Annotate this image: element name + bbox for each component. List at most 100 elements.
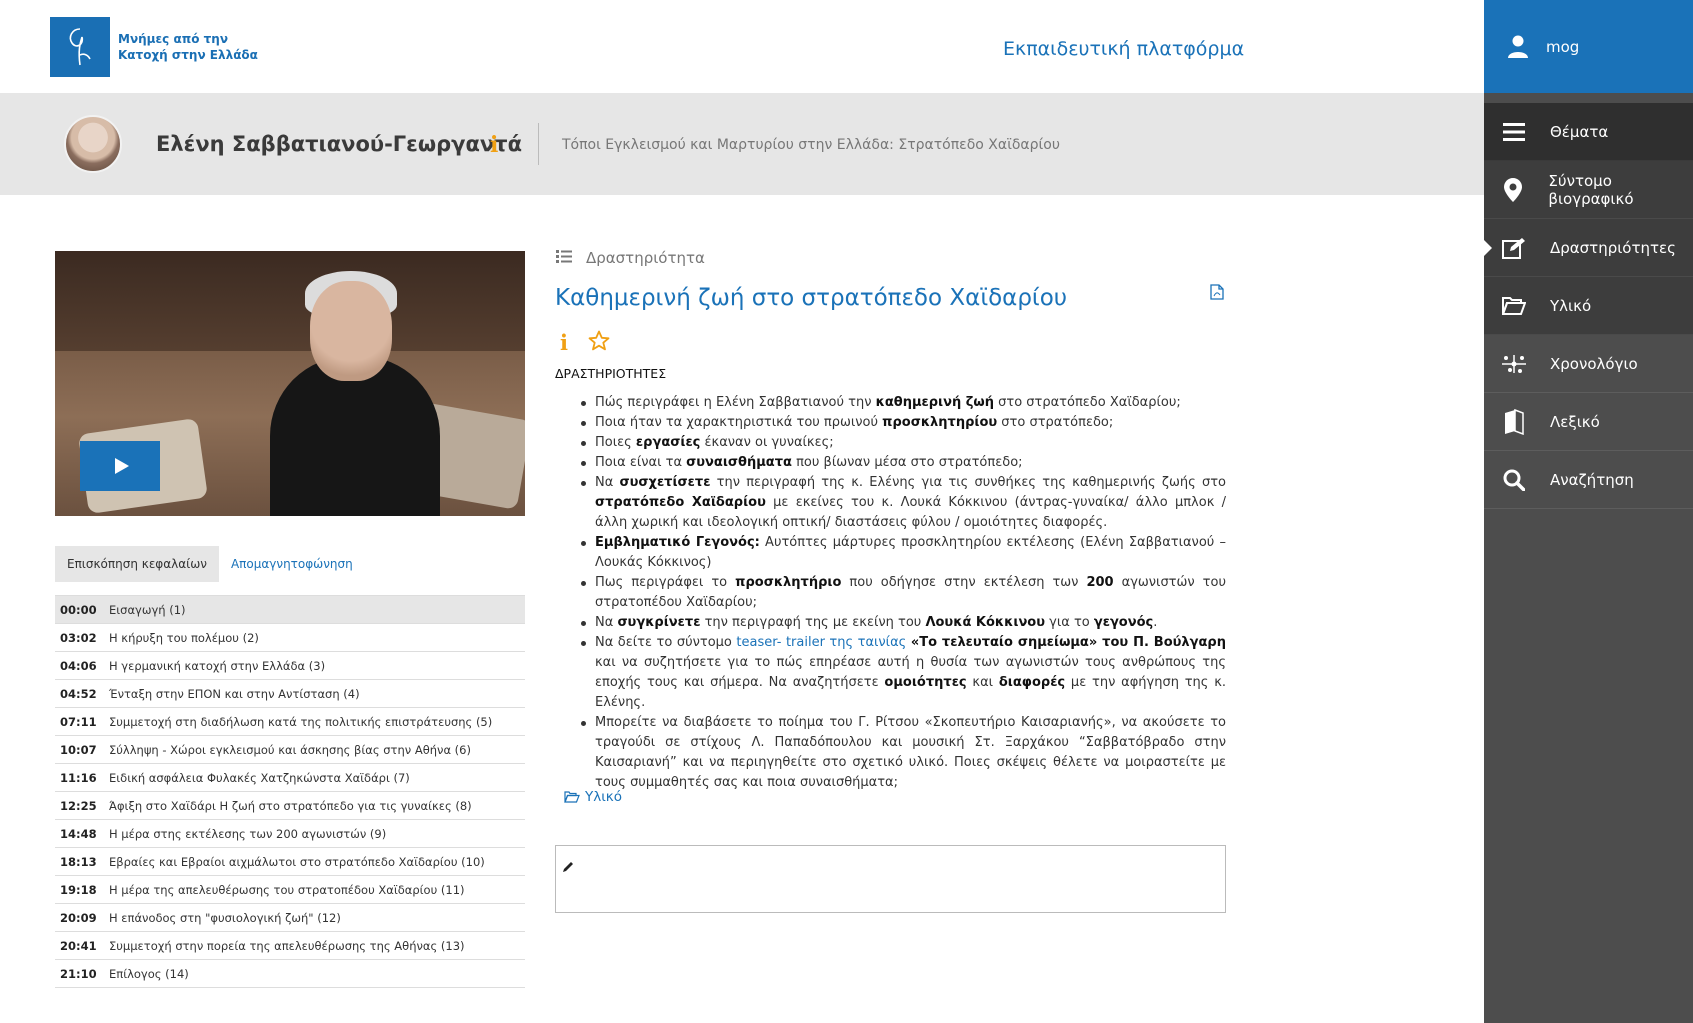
chapter-list: 00:00 Εισαγωγή (1) 03:02 Η κήρυξη του πολέμ… — [55, 595, 525, 988]
activity-info-icon[interactable]: i — [560, 330, 568, 355]
trailer-link[interactable]: teaser- trailer της ταινίας — [736, 635, 906, 650]
activity-item-emphasis: εργασίες — [635, 435, 701, 450]
chapter-time: 04:06 — [60, 658, 97, 673]
activity-item-text: Μπορείτε να διαβάσετε το ποίημα του Γ. Ρ… — [595, 715, 1226, 790]
sidebar-item-activities[interactable]: Δραστηριότητες — [1484, 219, 1693, 277]
tab-transcript[interactable]: Απομαγνητοφώνηση — [219, 546, 365, 582]
activity-item: Ποια είναι τα συναισθήματα που βίωναν μέ… — [581, 453, 1226, 473]
platform-title[interactable]: Εκπαιδευτική πλατφόρμα — [1003, 38, 1244, 60]
notes-editor[interactable] — [555, 845, 1226, 913]
sidebar-item-label: Λεξικό — [1550, 412, 1600, 431]
sidebar-item-themes[interactable]: Θέματα — [1484, 103, 1693, 161]
chapter-title: Ένταξη στην ΕΠΟΝ και στην Αντίσταση (4) — [109, 686, 360, 701]
chapter-title: Η επάνοδος στη "φυσιολογική ζωή" (12) — [109, 910, 341, 925]
chapter-row[interactable]: 07:11 Συμμετοχή στη διαδήλωση κατά της πο… — [55, 708, 525, 736]
chapter-time: 14:48 — [60, 826, 97, 841]
chapter-row[interactable]: 10:07 Σύλληψη - Χώροι εγκλεισμού και άσκη… — [55, 736, 525, 764]
chapter-time: 12:25 — [60, 798, 97, 813]
activity-item: Πώς περιγράφει η Ελένη Σαββατιανού την κ… — [581, 393, 1226, 413]
chapter-title: Συμμετοχή στη διαδήλωση κατά της πολιτικ… — [109, 714, 493, 729]
activity-item-text: την περιγραφή της με εκείνη του — [700, 615, 926, 630]
chapter-time: 00:00 — [60, 602, 97, 617]
activity-item-text: Ποιες — [595, 435, 636, 450]
chapter-row[interactable]: 03:02 Η κήρυξη του πολέμου (2) — [55, 624, 525, 652]
activity-item-emphasis: «Το τελευταίο σημείωμα» του Π. Βούλγαρη — [910, 635, 1226, 650]
chapter-row[interactable]: 04:06 Η γερμανική κατοχή στην Ελλάδα (3) — [55, 652, 525, 680]
activity-item-emphasis: γεγονός — [1093, 615, 1154, 630]
sidebar-item-material[interactable]: Υλικό — [1484, 277, 1693, 335]
video-player[interactable] — [55, 251, 525, 516]
sidebar-item-label: Θέματα — [1550, 122, 1609, 141]
pdf-icon[interactable] — [1210, 284, 1224, 304]
chapter-title: Εισαγωγή (1) — [109, 602, 186, 617]
tab-chapters-overview[interactable]: Επισκόπηση κεφαλαίων — [55, 546, 219, 582]
info-icon[interactable]: i — [490, 132, 498, 158]
sidebar-item-biography[interactable]: Σύντομο βιογραφικό — [1484, 161, 1693, 219]
sidebar-item-label: Δραστηριότητες — [1550, 238, 1676, 257]
material-link[interactable]: Υλικό — [564, 789, 622, 805]
activity-item-text: έκαναν οι γυναίκες; — [700, 435, 834, 450]
folder-open-icon — [564, 791, 580, 803]
activity-item-text: την περιγραφή της κ. Ελένης για τις συνθ… — [710, 475, 1226, 490]
chapter-row[interactable]: 20:09 Η επάνοδος στη "φυσιολογική ζωή" (1… — [55, 904, 525, 932]
activity-item-text: Να δείτε το σύντομο — [595, 635, 737, 650]
activity-item-text: . — [1153, 615, 1158, 630]
chapter-row[interactable]: 12:25 Άφιξη στο Χαϊδάρι Η ζωή στο στρατόπ… — [55, 792, 525, 820]
sidebar-item-label: Χρονολόγιο — [1550, 354, 1638, 373]
sidebar-item-label: Αναζήτηση — [1550, 470, 1634, 489]
chapter-title: Εβραίες και Εβραίοι αιχμάλωτοι στο στρατ… — [109, 854, 485, 869]
sidebar-item-dictionary[interactable]: Λεξικό — [1484, 393, 1693, 451]
edit-icon — [1500, 234, 1528, 262]
activity-item-text: Να — [595, 475, 620, 490]
chapter-row[interactable]: 04:52 Ένταξη στην ΕΠΟΝ και στην Αντίσταση… — [55, 680, 525, 708]
sidebar-user[interactable]: mog — [1484, 0, 1693, 93]
avatar — [64, 115, 122, 173]
chapter-row[interactable]: 21:10 Επίλογος (14) — [55, 960, 525, 988]
folder-open-icon — [1500, 292, 1528, 320]
chapter-row[interactable]: 19:18 Η μέρα της απελευθέρωσης του στρατο… — [55, 876, 525, 904]
activity-item-text: Ποια ήταν τα χαρακτηριστικά του πρωινού — [595, 415, 883, 430]
activity-item-emphasis: προσκλητήριο — [735, 575, 842, 590]
search-icon — [1500, 466, 1528, 494]
material-link-label: Υλικό — [585, 789, 623, 805]
activity-item-emphasis: συσχετίσετε — [619, 475, 711, 490]
list-icon — [556, 249, 572, 267]
activity-item-emphasis: προσκλητηρίου — [882, 415, 998, 430]
activity-section-header: Δραστηριότητα — [556, 249, 705, 267]
activity-item-emphasis: διαφορές — [998, 675, 1066, 690]
sidebar: mog Θέματα Σύντομο βιογραφικό Δραστηριότ… — [1484, 0, 1693, 1023]
sidebar-item-timeline[interactable]: Χρονολόγιο — [1484, 335, 1693, 393]
sidebar-item-search[interactable]: Αναζήτηση — [1484, 451, 1693, 509]
chapter-row[interactable]: 18:13 Εβραίες και Εβραίοι αιχμάλωτοι στο … — [55, 848, 525, 876]
site-logo[interactable]: Μνήμες από την Κατοχή στην Ελλάδα — [50, 17, 258, 77]
logo-text: Μνήμες από την Κατοχή στην Ελλάδα — [118, 32, 258, 62]
divider — [538, 123, 539, 165]
chapter-row[interactable]: 14:48 Η μέρα στης εκτέλεσης των 200 αγωνι… — [55, 820, 525, 848]
play-button[interactable] — [80, 441, 160, 491]
chapter-title: Συμμετοχή στην πορεία της απελευθέρωσης … — [109, 938, 465, 953]
chapter-time: 20:09 — [60, 910, 97, 925]
chapter-row[interactable]: 00:00 Εισαγωγή (1) — [55, 596, 525, 624]
chapter-title: Η κήρυξη του πολέμου (2) — [109, 630, 259, 645]
chapter-row[interactable]: 11:16 Ειδική ασφάλεια Φυλακές Χατζηκώνστα… — [55, 764, 525, 792]
play-icon — [115, 458, 129, 474]
book-icon — [1500, 408, 1528, 436]
chapter-time: 18:13 — [60, 854, 97, 869]
activity-item-emphasis: Εμβληματικό Γεγονός: — [595, 535, 760, 550]
activity-item-text: Πως περιγράφει το — [595, 575, 736, 590]
activity-item-emphasis: συγκρίνετε — [617, 615, 701, 630]
sidebar-item-label: Σύντομο βιογραφικό — [1548, 171, 1634, 208]
site-header: Μνήμες από την Κατοχή στην Ελλάδα Εκπαιδ… — [0, 0, 1484, 93]
activity-item-text: Πώς περιγράφει η Ελένη Σαββατιανού την — [595, 395, 876, 410]
activity-item-text: Να — [595, 615, 618, 630]
activity-item-text: που οδήγησε στην εκτέλεση των — [841, 575, 1087, 590]
activity-item: Πως περιγράφει το προσκλητήριο που οδήγη… — [581, 573, 1226, 613]
activity-item: Ποιες εργασίες έκαναν οι γυναίκες; — [581, 433, 1226, 453]
chapter-row[interactable]: 20:41 Συμμετοχή στην πορεία της απελευθέρ… — [55, 932, 525, 960]
activity-item-text: και — [966, 675, 999, 690]
location-label: Τόποι Εγκλεισμού και Μαρτυρίου στην Ελλά… — [562, 137, 1060, 153]
chapter-time: 20:41 — [60, 938, 97, 953]
star-icon[interactable] — [588, 330, 610, 355]
person-name: Ελένη Σαββατιανού-Γεωργαντά — [156, 132, 523, 156]
activity-item-text: στο στρατόπεδο; — [997, 415, 1114, 430]
